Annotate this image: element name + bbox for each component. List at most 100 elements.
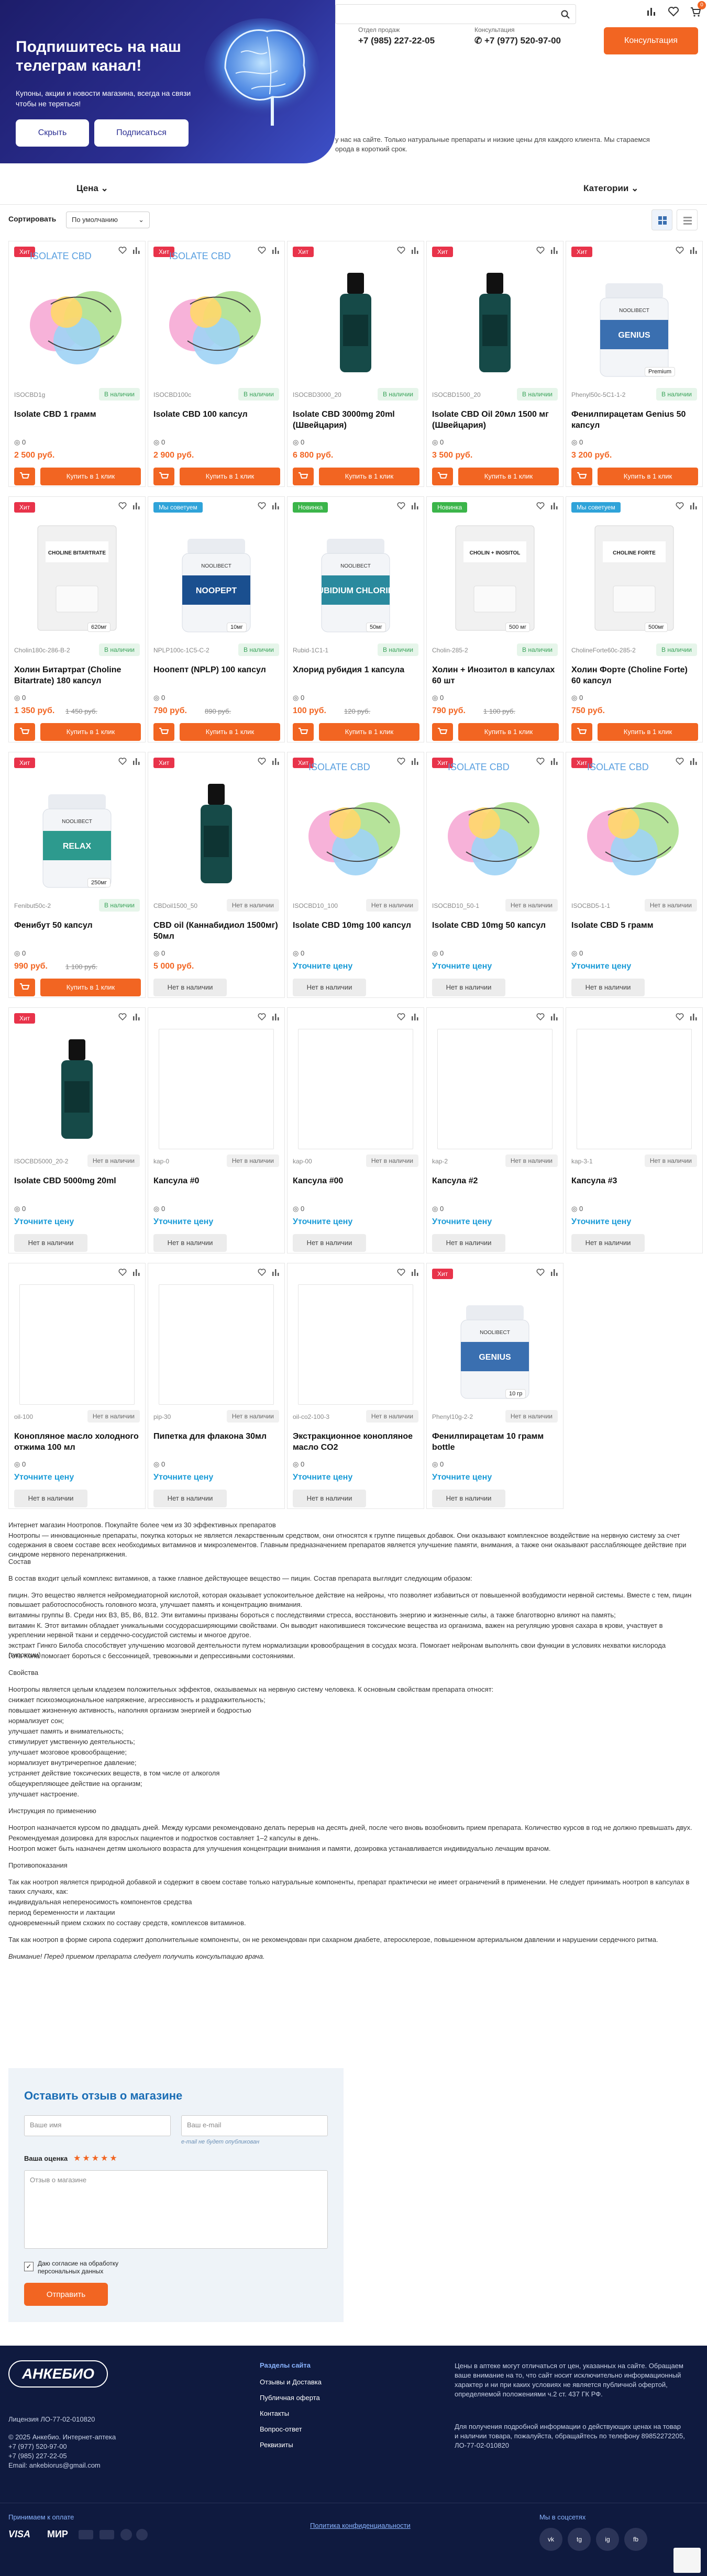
product-card[interactable]: Хит ISOCBD1500_20 В наличии Isolate CBD … [426, 241, 564, 487]
clarify-price-link[interactable]: Уточните цену [293, 962, 352, 971]
buy-one-click-button[interactable]: Купить в 1 клик [180, 723, 280, 741]
product-image[interactable] [159, 773, 274, 894]
product-image[interactable]: RELAX NOOLIBECT [19, 773, 135, 894]
facebook-icon[interactable]: fb [624, 2528, 647, 2551]
product-card[interactable]: oil-co2-100-3 Нет в наличии Экстракционн… [287, 1263, 424, 1509]
product-name[interactable]: Капсула #3 [571, 1175, 697, 1186]
footer-phone2[interactable]: +7 (985) 227-22-05 [8, 2451, 67, 2461]
product-name[interactable]: Капсула #00 [293, 1175, 418, 1186]
product-name[interactable]: Капсула #2 [432, 1175, 558, 1186]
product-image[interactable] [19, 1284, 135, 1405]
product-image[interactable]: GENIUS NOOLIBECT [437, 1284, 553, 1405]
footer-phone1[interactable]: +7 (977) 520-97-00 [8, 2442, 67, 2451]
product-name[interactable]: Холин Битартрат (Choline Bitartrate) 180… [14, 664, 140, 686]
favorites-icon[interactable] [667, 5, 680, 18]
favorite-icon[interactable] [396, 1268, 406, 1277]
add-to-cart-button[interactable] [14, 979, 35, 996]
favorite-icon[interactable] [118, 1012, 127, 1021]
compare-icon[interactable] [410, 246, 419, 255]
compare-icon[interactable] [410, 501, 419, 510]
product-name[interactable]: Хлорид рубидия 1 капсула [293, 664, 418, 675]
out-of-stock-button[interactable]: Нет в наличии [293, 1490, 366, 1507]
compare-icon[interactable] [549, 1268, 559, 1277]
consent-checkbox[interactable]: ✓ [24, 2262, 34, 2271]
out-of-stock-button[interactable]: Нет в наличии [571, 979, 645, 996]
favorite-icon[interactable] [118, 246, 127, 255]
out-of-stock-button[interactable]: Нет в наличии [432, 979, 505, 996]
product-name[interactable]: Конопляное масло холодного отжима 100 мл [14, 1431, 140, 1453]
clarify-price-link[interactable]: Уточните цену [14, 1473, 74, 1482]
product-card[interactable]: Хит CBDoil1500_50 Нет в наличии CBD oil … [148, 752, 285, 998]
clarify-price-link[interactable]: Уточните цену [153, 1217, 213, 1227]
compare-icon[interactable] [689, 246, 698, 255]
list-view-button[interactable] [677, 209, 698, 230]
compare-icon[interactable] [410, 757, 419, 766]
product-image[interactable] [19, 1029, 135, 1149]
product-name[interactable]: Isolate CBD 1 грамм [14, 409, 140, 420]
compare-icon[interactable] [549, 501, 559, 510]
product-card[interactable]: kap-2 Нет в наличии Капсула #2 ◎ 0 Уточн… [426, 1007, 564, 1253]
product-card[interactable]: oil-100 Нет в наличии Конопляное масло х… [8, 1263, 146, 1509]
add-to-cart-button[interactable] [571, 468, 592, 485]
favorite-icon[interactable] [675, 501, 684, 510]
review-submit-button[interactable]: Отправить [24, 2283, 108, 2306]
favorite-icon[interactable] [257, 1268, 267, 1277]
search-icon[interactable] [561, 10, 570, 19]
footer-link[interactable]: Отзывы и Доставка [260, 2378, 322, 2386]
favorite-icon[interactable] [396, 1012, 406, 1021]
vk-icon[interactable]: vk [539, 2528, 562, 2551]
add-to-cart-button[interactable] [571, 723, 592, 741]
favorite-icon[interactable] [675, 246, 684, 255]
compare-icon[interactable] [131, 1012, 141, 1021]
product-name[interactable]: Пипетка для флакона 30мл [153, 1431, 279, 1442]
compare-icon[interactable] [131, 246, 141, 255]
product-image[interactable] [19, 262, 135, 383]
product-name[interactable]: Isolate CBD 3000mg 20ml (Швейцария) [293, 409, 418, 431]
add-to-cart-button[interactable] [293, 468, 314, 485]
sales-phone[interactable]: +7 (985) 227-22-05 [358, 36, 435, 46]
favorite-icon[interactable] [536, 501, 545, 510]
compare-icon[interactable] [131, 757, 141, 766]
product-name[interactable]: Фенилпирацетам Genius 50 капсул [571, 409, 697, 431]
buy-one-click-button[interactable]: Купить в 1 клик [319, 723, 419, 741]
product-image[interactable] [298, 773, 413, 894]
product-name[interactable]: Капсула #0 [153, 1175, 279, 1186]
product-card[interactable]: kap-00 Нет в наличии Капсула #00 ◎ 0 Уто… [287, 1007, 424, 1253]
product-card[interactable]: Новинка RUBIDIUM CHLORIDE NOOLIBECT 50мг … [287, 496, 424, 742]
clarify-price-link[interactable]: Уточните цену [432, 1473, 492, 1482]
compare-icon[interactable] [645, 5, 658, 18]
compare-icon[interactable] [410, 1012, 419, 1021]
product-card[interactable]: Хит ISOLATE CBD ISOCBD5-1-1 Нет в наличи… [566, 752, 703, 998]
compare-icon[interactable] [271, 757, 280, 766]
product-image[interactable] [437, 262, 553, 383]
review-text-input[interactable]: Отзыв о магазине [24, 2170, 328, 2249]
product-card[interactable]: Хит ISOLATE CBD ISOCBD10_100 Нет в налич… [287, 752, 424, 998]
compare-icon[interactable] [549, 1012, 559, 1021]
product-name[interactable]: CBD oil (Каннабидиол 1500мг) 50мл [153, 920, 279, 942]
clarify-price-link[interactable]: Уточните цену [293, 1473, 352, 1482]
product-image[interactable]: GENIUS NOOLIBECT [577, 262, 692, 383]
product-card[interactable]: Хит CHOLINE BITARTRATE 620мг Cholin180c-… [8, 496, 146, 742]
sort-select[interactable]: По умолчанию ⌄ [66, 212, 150, 228]
clarify-price-link[interactable]: Уточните цену [571, 1217, 631, 1227]
product-card[interactable]: Мы советуем CHOLINE FORTE 500мг CholineF… [566, 496, 703, 742]
compare-icon[interactable] [131, 1268, 141, 1277]
favorite-icon[interactable] [396, 501, 406, 510]
popup-hide-button[interactable]: Скрыть [16, 119, 89, 147]
product-image[interactable]: CHOLINE BITARTRATE [19, 518, 135, 638]
product-image[interactable]: RUBIDIUM CHLORIDE NOOLIBECT [298, 518, 413, 638]
buy-one-click-button[interactable]: Купить в 1 клик [458, 468, 559, 485]
favorite-icon[interactable] [396, 246, 406, 255]
footer-link[interactable]: Реквизиты [260, 2441, 293, 2449]
product-name[interactable]: Isolate CBD 5000mg 20ml [14, 1175, 140, 1186]
out-of-stock-button[interactable]: Нет в наличии [153, 1490, 227, 1507]
add-to-cart-button[interactable] [432, 723, 453, 741]
categories-filter[interactable]: Категории ⌄ [583, 183, 638, 204]
favorite-icon[interactable] [257, 501, 267, 510]
product-card[interactable]: Хит ISOCBD5000_20-2 Нет в наличии Isolat… [8, 1007, 146, 1253]
rating-stars[interactable]: ★★★★★ [73, 2153, 119, 2163]
clarify-price-link[interactable]: Уточните цену [293, 1217, 352, 1227]
add-to-cart-button[interactable] [432, 468, 453, 485]
product-name[interactable]: Холин + Инозитол в капсулах 60 шт [432, 664, 558, 686]
clarify-price-link[interactable]: Уточните цену [153, 1473, 213, 1482]
